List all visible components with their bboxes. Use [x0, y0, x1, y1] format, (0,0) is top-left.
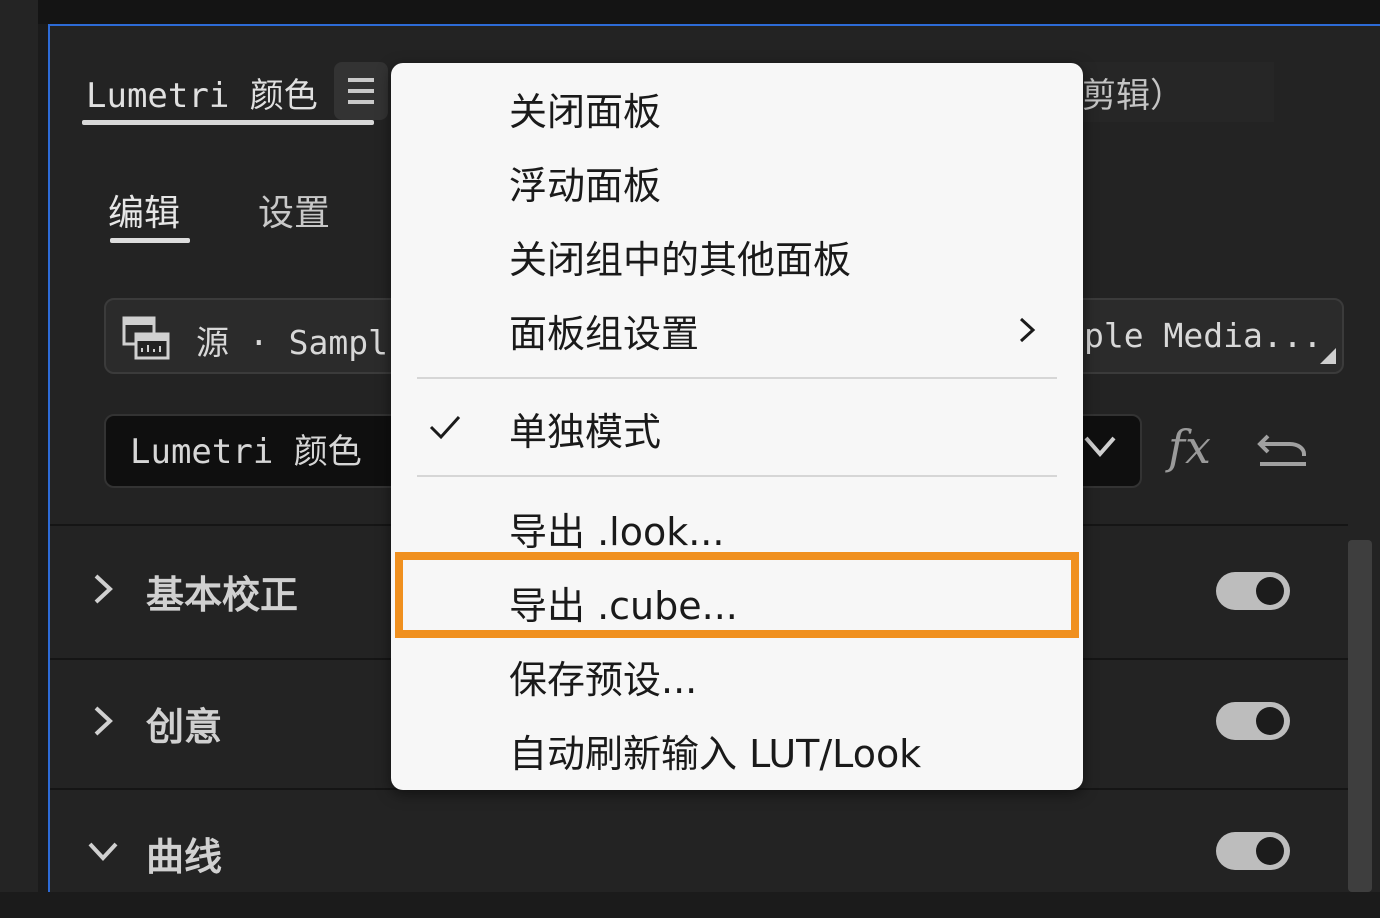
- source-clip-label: ple Media...: [1084, 316, 1323, 355]
- section-toggle[interactable]: [1216, 702, 1290, 740]
- menu-item-float-panel[interactable]: 浮动面板: [391, 145, 1083, 217]
- checkmark-icon: [429, 415, 461, 440]
- source-label: 源 · Sampl: [196, 323, 388, 362]
- tab-edit[interactable]: 编辑: [108, 184, 180, 236]
- section-toggle[interactable]: [1216, 572, 1290, 610]
- menu-item-panel-group-settings[interactable]: 面板组设置: [391, 293, 1083, 365]
- menu-item-auto-refresh-lut[interactable]: 自动刷新输入 LUT/Look: [391, 713, 1083, 785]
- chevron-down-icon: [88, 842, 118, 861]
- menu-item-label: 单独模式: [509, 410, 662, 454]
- reset-icon[interactable]: [1256, 428, 1310, 470]
- section-toggle[interactable]: [1216, 832, 1290, 870]
- menu-item-export-look[interactable]: 导出 .look...: [391, 491, 1083, 563]
- menu-item-label: 导出 .look...: [509, 510, 725, 554]
- left-panel-edge: [0, 0, 38, 892]
- menu-item-close-panel[interactable]: 关闭面板: [391, 71, 1083, 143]
- tab-settings[interactable]: 设置: [258, 184, 330, 236]
- menu-item-label: 保存预设...: [509, 658, 698, 702]
- submenu-arrow-icon: [1019, 317, 1036, 343]
- clip-icon: [122, 316, 170, 360]
- corner-resize-icon: [1320, 348, 1336, 364]
- menu-item-solo-mode[interactable]: 单独模式: [391, 391, 1083, 463]
- panel-menu-button[interactable]: [334, 62, 388, 120]
- subtab-indicator: [110, 238, 190, 243]
- other-tab-label: 剪辑）: [1082, 76, 1184, 116]
- section-label: 曲线: [146, 835, 223, 879]
- menu-item-label: 导出 .cube...: [509, 584, 738, 628]
- menu-separator: [417, 377, 1057, 379]
- menu-item-label: 关闭组中的其他面板: [509, 238, 852, 282]
- menu-item-save-preset[interactable]: 保存预设...: [391, 639, 1083, 711]
- chevron-right-icon: [94, 706, 113, 736]
- section-label: 基本校正: [146, 573, 299, 617]
- chevron-right-icon: [94, 574, 113, 604]
- chevron-down-icon: [1084, 436, 1116, 458]
- effect-dropdown-value: Lumetri 颜色: [130, 432, 362, 472]
- active-tab-indicator: [82, 120, 374, 125]
- menu-item-label: 面板组设置: [509, 312, 700, 356]
- menu-separator: [417, 475, 1057, 477]
- menu-item-export-cube[interactable]: 导出 .cube...: [391, 565, 1083, 637]
- panel-tab-title[interactable]: Lumetri 颜色: [86, 68, 318, 117]
- menu-item-label: 自动刷新输入 LUT/Look: [509, 732, 922, 776]
- scrollbar[interactable]: [1348, 540, 1372, 892]
- section-label: 创意: [146, 705, 223, 749]
- fx-icon[interactable]: fx: [1168, 420, 1211, 474]
- menu-item-label: 浮动面板: [509, 164, 662, 208]
- top-bar: [38, 0, 1380, 24]
- menu-item-close-other-panels[interactable]: 关闭组中的其他面板: [391, 219, 1083, 291]
- menu-item-label: 关闭面板: [509, 90, 662, 134]
- menu-icon: [348, 78, 374, 82]
- context-menu: 关闭面板 浮动面板 关闭组中的其他面板 面板组设置 单独模式 导出 .look.…: [391, 63, 1083, 790]
- section-curves[interactable]: 曲线: [50, 790, 1348, 918]
